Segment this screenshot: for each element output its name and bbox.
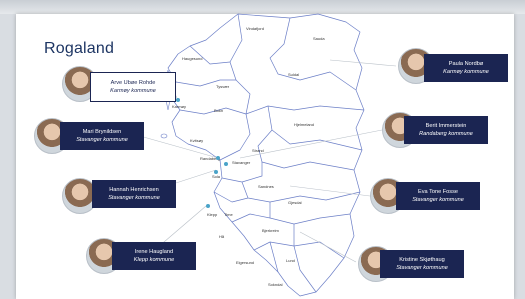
- map-place-vindafjord: Vindafjord: [246, 26, 264, 31]
- person-municipality: Stavanger kommune: [108, 195, 160, 201]
- map-place-time: Time: [224, 212, 233, 217]
- person-name: Irene Haugland: [134, 249, 174, 255]
- person-municipality: Stavanger kommune: [396, 265, 448, 271]
- map-place-hjelmeland: Hjelmeland: [294, 122, 315, 127]
- map-place-haugesund: Haugesund: [182, 56, 203, 61]
- map-place-klepp: Klepp: [207, 212, 218, 217]
- map-place-kvitsy: Kvitsøy: [190, 138, 204, 143]
- person-label: Mari Brynildsen Stavanger kommune: [60, 122, 144, 150]
- person-label: Paula Nordbø Karmøy kommune: [424, 54, 508, 82]
- map-dot-randaberg: [216, 156, 220, 160]
- person-name: Arve Ubøe Rohde: [110, 80, 156, 86]
- person-label: Irene Haugland Klepp kommune: [112, 242, 196, 270]
- map-place-suldal: Suldal: [288, 72, 300, 77]
- person-label: Hannah Henrichsen Stavanger kommune: [92, 180, 176, 208]
- map-place-stavanger: Stavanger: [232, 160, 251, 165]
- person-label: Arve Ubøe Rohde Karmøy kommune: [90, 72, 176, 102]
- map-place-karmy: Karmøy: [172, 104, 186, 109]
- map-dot-klepp: [206, 204, 210, 208]
- map-place-sandnes: Sandnes: [258, 184, 274, 189]
- person-name: Paula Nordbø: [448, 61, 484, 67]
- person-municipality: Karmøy kommune: [443, 69, 489, 75]
- map-place-sola: Sola: [212, 174, 221, 179]
- map-place-lund: Lund: [286, 258, 295, 263]
- person-label: Eva Tone Fosse Stavanger kommune: [396, 182, 480, 210]
- person-municipality: Stavanger kommune: [76, 137, 128, 143]
- map-place-h: Hå: [219, 234, 225, 239]
- person-municipality: Stavanger kommune: [412, 197, 464, 203]
- slide-title: Rogaland: [44, 40, 115, 57]
- person-name: Hannah Henrichsen: [109, 187, 159, 193]
- person-name: Eva Tone Fosse: [417, 189, 458, 195]
- person-label: Berit Immerstein Randaberg kommune: [404, 116, 488, 144]
- person-municipality: Randaberg kommune: [419, 131, 473, 137]
- map-place-tysvr: Tysvær: [216, 84, 230, 89]
- map-place-gjesdal: Gjesdal: [288, 200, 302, 205]
- map-place-eigersund: Eigersund: [236, 260, 255, 265]
- map-place-bokn: Bokn: [214, 108, 224, 113]
- map-dot-stavanger: [224, 162, 228, 166]
- person-name: Berit Immerstein: [425, 123, 467, 129]
- person-name: Kristine Skjøthaug: [399, 257, 445, 263]
- person-municipality: Klepp kommune: [133, 257, 175, 263]
- person-municipality: Karmøy kommune: [110, 88, 156, 94]
- map-dot-karmoy: [176, 98, 180, 102]
- person-label: Kristine Skjøthaug Stavanger kommune: [380, 250, 464, 278]
- map-place-strand: Strand: [252, 148, 264, 153]
- map-place-bjerkreim: Bjerkreim: [262, 228, 279, 233]
- map-place-sokndal: Sokndal: [268, 282, 283, 287]
- map-place-sauda: Sauda: [313, 36, 325, 41]
- person-name: Mari Brynildsen: [82, 129, 122, 135]
- map-dot-sola: [214, 170, 218, 174]
